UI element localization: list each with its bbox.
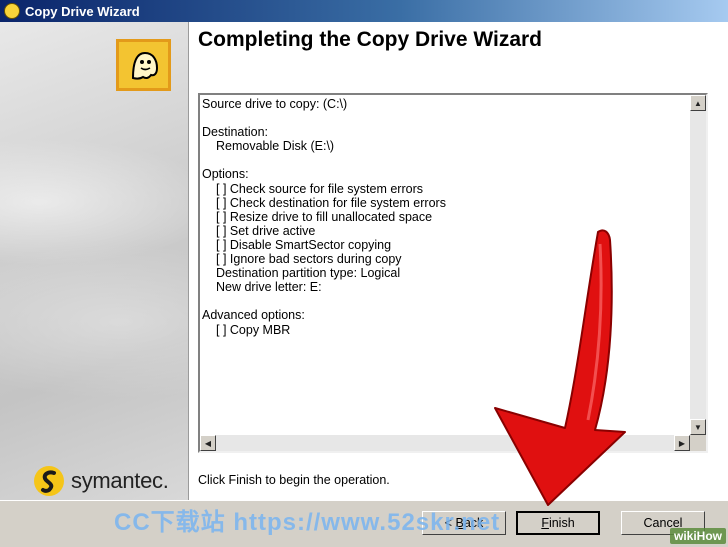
finish-button[interactable]: Finish [516,511,600,535]
ghost-app-icon [4,3,20,19]
vertical-scrollbar[interactable]: ▲ ▼ [690,95,706,435]
window-title: Copy Drive Wizard [25,3,140,19]
wizard-side-panel: symantec. [0,22,189,500]
summary-line: [ ] Copy MBR [216,322,291,337]
summary-text: Source drive to copy: (C:\) Destination: R… [202,97,688,433]
summary-line: Destination: [202,125,269,140]
scroll-left-button[interactable]: ◀ [200,435,216,451]
summary-line: [ ] Resize drive to fill unallocated spa… [216,209,433,224]
brand-name: symantec. [71,468,169,493]
summary-spacer [202,111,688,125]
scroll-up-button[interactable]: ▲ [690,95,706,111]
scroll-down-button[interactable]: ▼ [690,419,706,435]
summary-line: [ ] Disable SmartSector copying [216,237,392,252]
ghost-icon [131,51,158,80]
summary-line: [ ] Check source for file system errors [216,181,424,196]
finish-accelerator: F [541,516,549,530]
scrollbar-corner [690,435,706,451]
ghost-logo [116,39,171,91]
summary-line: New drive letter: E: [216,280,322,295]
scroll-right-button[interactable]: ▶ [674,435,690,451]
summary-line: Destination partition type: Logical [216,266,401,281]
summary-line: [ ] Check destination for file system er… [216,195,446,210]
instruction-text: Click Finish to begin the operation. [198,473,390,487]
summary-line: [ ] Ignore bad sectors during copy [216,252,402,267]
wikihow-badge: wikiHow [669,528,726,544]
page-title: Completing the Copy Drive Wizard [198,28,543,51]
summary-line: Options: [202,167,249,182]
watermark-text: CC下载站 https://www.52skr.net [114,509,501,536]
summary-line: [ ] Set drive active [216,223,316,238]
symantec-logo-icon [34,466,64,496]
symantec-brand: symantec. [33,465,169,497]
title-bar: Copy Drive Wizard [0,0,728,22]
summary-line: Source drive to copy: (C:\) [202,97,348,111]
summary-line: Advanced options: [202,308,305,323]
finish-label-rest: inish [548,516,575,530]
summary-line: Removable Disk (E:\) [216,139,335,154]
horizontal-scrollbar[interactable]: ◀ ▶ [200,435,690,451]
summary-spacer [202,294,688,308]
summary-listbox[interactable]: Source drive to copy: (C:\) Destination: R… [198,93,708,453]
summary-spacer [202,153,688,167]
